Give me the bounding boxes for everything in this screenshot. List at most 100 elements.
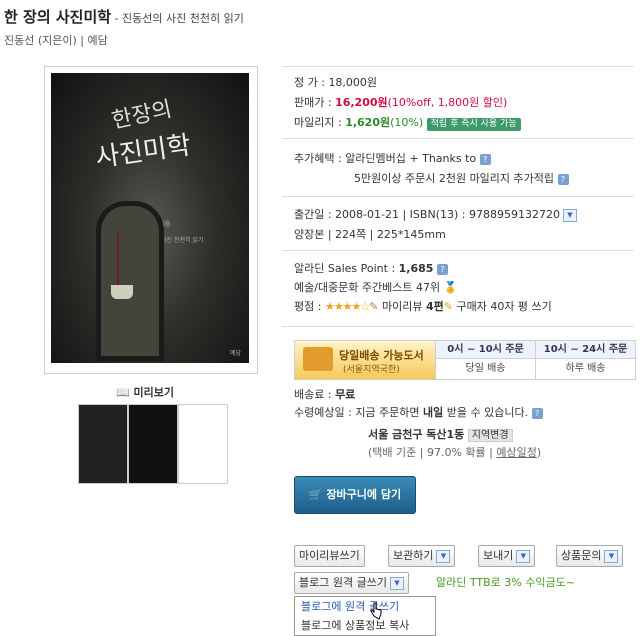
sale-price-value: 16,200원 <box>335 96 388 109</box>
book-title: 한 장의 사진미학 <box>4 8 112 26</box>
cover-plant-shape <box>117 231 133 287</box>
pencil-icon: ✎ <box>443 300 453 313</box>
book-open-icon: 📖 <box>116 386 130 399</box>
shipping-fee-value: 무료 <box>335 388 356 401</box>
divider <box>282 66 634 67</box>
menu-item-copy-info[interactable]: 블로그에 상품정보 복사 <box>295 616 435 635</box>
blog-dropdown-menu: 블로그에 원격 글쓰기 블로그에 상품정보 복사 <box>294 596 436 636</box>
chevron-down-icon: ▼ <box>389 576 404 590</box>
list-price-value: 18,000원 <box>328 76 378 89</box>
delivery-col1-head: 0시 ~ 10시 주문 <box>436 341 535 359</box>
mileage: 마일리지 : 1,620원(10%) 적립 후 즉시 사용 가능 <box>294 116 521 131</box>
hand-cursor-icon <box>370 602 382 620</box>
preview-thumb-3[interactable] <box>178 404 228 484</box>
sales-point: 알라딘 Sales Point : 1,685 ? <box>294 262 448 276</box>
help-icon[interactable]: ? <box>557 173 569 185</box>
book-cover[interactable]: 한장의 사진미학 진동선 지음 사진 천천히 읽기 예담 <box>44 66 258 374</box>
myreview-count[interactable]: 4편 <box>426 300 444 313</box>
list-price-label: 정 가 : <box>294 76 329 89</box>
save-button[interactable]: 보관하기 ▼ <box>388 545 456 567</box>
same-day-delivery-banner: 당일배송 가능도서 (서울지역국한) 0시 ~ 10시 주문 당일 배송 10시… <box>294 340 636 380</box>
cover-subtitle: 사진 천천히 읽기 <box>161 237 204 244</box>
preview-thumb-2[interactable] <box>128 404 178 484</box>
sale-price: 판매가 : 16,200원(10%off, 1,800원 할인) <box>294 96 507 110</box>
inquiry-button[interactable]: 상품문의 ▼ <box>556 545 624 567</box>
cart-icon: 🛒 <box>308 488 323 501</box>
sale-price-label: 판매가 : <box>294 96 336 109</box>
cover-pot-shape <box>111 285 133 299</box>
chevron-down-icon: ▼ <box>436 549 451 563</box>
menu-item-remote-write[interactable]: 블로그에 원격 글쓰기 <box>295 597 435 616</box>
send-button[interactable]: 보내기 ▼ <box>478 545 536 567</box>
delivery-title: 당일배송 가능도서 <box>339 349 424 362</box>
divider <box>282 138 634 139</box>
delivery-col-2: 10시 ~ 24시 주문 하루 배송 <box>535 341 635 379</box>
mileage-badge: 적립 후 즉시 사용 가능 <box>426 118 521 131</box>
help-icon[interactable]: ? <box>479 153 491 165</box>
benefits-line1: 추가혜택 : 알라딘멤버십 + Thanks to ? <box>294 152 491 166</box>
mileage-pct: (10%) <box>390 116 424 129</box>
sales-point-label: 알라딘 Sales Point : <box>294 262 399 275</box>
benefits-label: 추가혜택 : <box>294 152 346 165</box>
expected-text2: 받을 수 있습니다. <box>443 406 529 419</box>
blog-remote-label: 블로그 원격 글쓰기 <box>299 576 387 589</box>
divider <box>282 326 634 327</box>
schedule-link[interactable]: 예상일정 <box>496 446 536 459</box>
preview-label: 미리보기 <box>133 386 175 399</box>
write-review-label: 마이리뷰쓰기 <box>299 549 360 562</box>
cover-publisher: 예담 <box>229 350 241 357</box>
cover-image: 한장의 사진미학 진동선 지음 사진 천천히 읽기 예담 <box>51 73 249 363</box>
sale-suffix: 할인) <box>479 96 508 109</box>
help-icon[interactable]: ? <box>436 263 448 275</box>
delivery-subtitle: (서울지역국한) <box>343 365 400 375</box>
cart-label: 장바구니에 담기 <box>326 488 402 501</box>
expected-text1: 지금 주문하면 <box>355 406 424 419</box>
benefits-text2: 5만원이상 주문시 2천원 마일리지 추가적립 <box>354 172 555 185</box>
buyer-review-link[interactable]: 구매자 40자 평 쓰기 <box>453 300 551 313</box>
delivery-badge: 당일배송 가능도서 (서울지역국한) <box>295 341 435 379</box>
help-icon[interactable]: ? <box>531 407 543 419</box>
benefits-text1: 알라딘멤버십 + Thanks to <box>345 152 477 165</box>
save-label: 보관하기 <box>393 549 434 562</box>
rating-label: 평점 : <box>294 300 325 313</box>
bestseller-text: 예술/대중문화 주간베스트 47위 <box>294 281 441 294</box>
basis-end: ) <box>536 446 542 459</box>
delivery-basis: (택배 기준 | 97.0% 확률 | 예상일정) <box>368 446 541 460</box>
book-subtitle: - 진동선의 사진 천천히 읽기 <box>111 12 244 25</box>
preview-button[interactable]: 📖 미리보기 <box>116 384 174 400</box>
blog-remote-button[interactable]: 블로그 원격 글쓰기 ▼ <box>294 572 409 594</box>
ttb-promo-link[interactable]: 알라딘 TTB로 3% 수익금도~ <box>436 576 575 590</box>
delivery-col-1: 0시 ~ 10시 주문 당일 배송 <box>435 341 535 379</box>
chevron-down-icon[interactable]: ▼ <box>562 208 577 222</box>
change-region-button[interactable]: 지역변경 <box>467 429 513 442</box>
cover-title-2: 사진미학 <box>93 130 193 174</box>
list-price: 정 가 : 18,000원 <box>294 76 377 90</box>
sale-price-pct: (10%off, <box>387 96 438 109</box>
bestseller-rank[interactable]: 예술/대중문화 주간베스트 47위 🏅 <box>294 281 457 295</box>
divider <box>282 196 634 197</box>
mileage-label: 마일리지 : <box>294 116 346 129</box>
author-line: 진동선 (지은이) | 예담 <box>4 34 108 47</box>
medal-icon: 🏅 <box>443 281 458 294</box>
chevron-down-icon: ▼ <box>516 549 531 563</box>
write-review-button[interactable]: 마이리뷰쓰기 <box>294 545 365 567</box>
region-line: 서울 금천구 독산1동 지역변경 <box>368 428 513 443</box>
shipping-fee: 배송료 : 무료 <box>294 388 355 402</box>
delivery-col1-body: 당일 배송 <box>465 363 506 374</box>
rating-line: 평점 : ★★★★☆✎ 마이리뷰 4편✎ 구매자 40자 평 쓰기 <box>294 300 552 314</box>
shipping-fee-label: 배송료 : <box>294 388 336 401</box>
sale-discount: 1,800원 <box>437 96 480 109</box>
delivery-box-icon <box>303 347 333 371</box>
delivery-col2-body: 하루 배송 <box>565 363 606 374</box>
region-text: 서울 금천구 독산1동 <box>368 428 465 441</box>
divider <box>282 250 634 251</box>
sales-point-value: 1,685 <box>398 262 434 275</box>
myreview-link[interactable]: 마이리뷰 <box>378 300 425 313</box>
mileage-value: 1,620원 <box>345 116 391 129</box>
basis-text: (택배 기준 | 97.0% 확률 | <box>368 446 497 459</box>
pubdate-line: 출간일 : 2008-01-21 | ISBN(13) : 9788959132… <box>294 208 577 222</box>
benefits-line2: 5만원이상 주문시 2천원 마일리지 추가적립 ? <box>354 172 569 186</box>
page-title: 한 장의 사진미학 - 진동선의 사진 천천히 읽기 <box>4 6 244 27</box>
add-to-cart-button[interactable]: 🛒 장바구니에 담기 <box>294 476 416 514</box>
preview-thumb-1[interactable] <box>78 404 128 484</box>
